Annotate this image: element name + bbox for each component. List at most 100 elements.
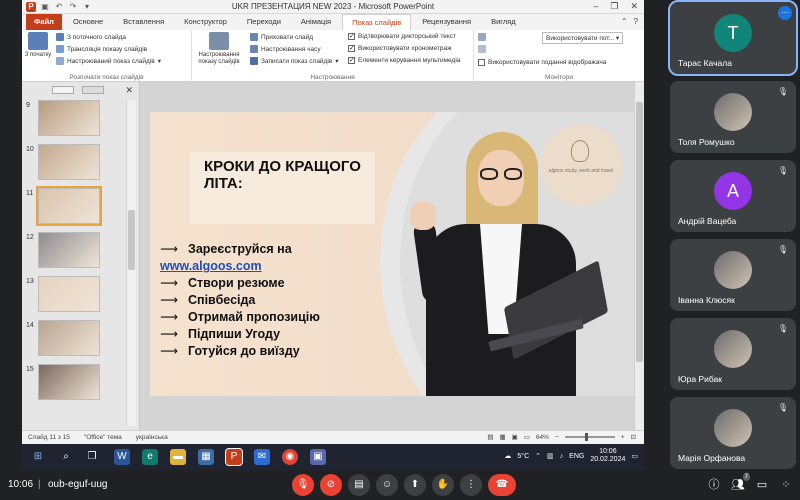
task-view-icon[interactable]: ❐ bbox=[84, 449, 100, 465]
mic-off-button[interactable]: 🎙︎ bbox=[292, 474, 314, 496]
edge-icon[interactable]: e bbox=[142, 449, 158, 465]
powerpoint-taskbar-icon[interactable]: P bbox=[225, 448, 243, 466]
slide-thumbnail[interactable]: 13 bbox=[26, 276, 126, 314]
participant-tile[interactable]: T Тарас Качала ⋯ bbox=[668, 0, 798, 76]
thumbnail-scroll-thumb[interactable] bbox=[128, 210, 135, 270]
mail-icon[interactable]: ✉ bbox=[254, 449, 270, 465]
ribbon-tab-8[interactable]: Вигляд bbox=[482, 14, 525, 30]
ribbon-tab-1[interactable]: Основне bbox=[64, 14, 112, 30]
current-slide[interactable]: КРОКИ ДО КРАЩОГО ЛІТА: ⟶ Зареєструйся на w… bbox=[150, 112, 634, 396]
slide-thumbnail[interactable]: 15 bbox=[26, 364, 126, 402]
slide-steps-list[interactable]: ⟶ Зареєструйся на www.algoos.com ⟶ Створи ре… bbox=[160, 241, 320, 360]
setup-show-button[interactable]: Настроювання показу слайдів bbox=[194, 32, 244, 66]
taskbar-clock[interactable]: 10:06 20.02.2024 bbox=[590, 448, 625, 464]
more-options-icon[interactable]: ⋯ bbox=[778, 6, 792, 20]
tray-overflow-icon[interactable]: ⌃ bbox=[535, 452, 541, 460]
meeting-info-icon[interactable]: ⓘ bbox=[706, 477, 722, 493]
zoom-in-icon[interactable]: + bbox=[621, 434, 625, 441]
weather-icon[interactable]: ☁ bbox=[504, 452, 511, 460]
participant-tile[interactable]: Юра Рибак 🎙︎ bbox=[670, 318, 796, 390]
use-timings-checkbox[interactable]: Використовувати хронометраж bbox=[348, 44, 451, 52]
participant-tile[interactable]: A Андрій Вацеба 🎙︎ bbox=[670, 160, 796, 232]
reactions-button[interactable]: ☺ bbox=[376, 474, 398, 496]
monitor-select[interactable]: Використовувати пот... ▾ bbox=[542, 32, 624, 44]
slide-thumbnail[interactable]: 12 bbox=[26, 232, 126, 270]
more-options-button[interactable]: ⋮ bbox=[460, 474, 482, 496]
participant-tile[interactable]: Іванна Клюсяк 🎙︎ bbox=[670, 239, 796, 311]
play-narrations-checkbox[interactable]: Відтворювати дикторський текст bbox=[348, 32, 456, 40]
zoom-out-icon[interactable]: − bbox=[555, 434, 559, 441]
minimize-icon[interactable]: – bbox=[593, 1, 598, 12]
ribbon-tab-6[interactable]: Показ слайдів bbox=[342, 14, 412, 30]
captions-button[interactable]: ▤ bbox=[348, 474, 370, 496]
editor-scroll-thumb[interactable] bbox=[636, 102, 643, 362]
fit-window-icon[interactable]: ⊡ bbox=[631, 433, 636, 441]
custom-show-button[interactable]: Настроюваний показ слайдів ▾ bbox=[56, 57, 161, 65]
language-indicator[interactable]: українська bbox=[136, 434, 168, 441]
slide-headline[interactable]: КРОКИ ДО КРАЩОГО ЛІТА: bbox=[204, 158, 374, 192]
close-icon[interactable]: ✕ bbox=[630, 1, 638, 12]
camera-off-button[interactable]: ⊘ bbox=[320, 474, 342, 496]
participants-panel: T Тарас Качала ⋯ Толя Ромушко 🎙︎ A Андрій Ваце… bbox=[666, 0, 800, 470]
theme-name: "Office" тема bbox=[83, 434, 122, 441]
slides-tab[interactable] bbox=[52, 86, 74, 94]
ribbon-tab-2[interactable]: Вставлення bbox=[114, 14, 173, 30]
file-explorer-icon[interactable]: ▬ bbox=[170, 449, 186, 465]
slide-thumbnail[interactable]: 11 bbox=[26, 186, 126, 226]
slide-step-link[interactable]: www.algoos.com bbox=[160, 258, 262, 275]
zoom-slider[interactable] bbox=[564, 433, 615, 441]
store-icon[interactable]: ▦ bbox=[198, 449, 214, 465]
normal-view-icon[interactable]: ▤ bbox=[487, 433, 493, 441]
reading-view-icon[interactable]: ▣ bbox=[512, 433, 518, 441]
slide-thumbnail-number: 12 bbox=[26, 234, 34, 241]
collapse-ribbon-icon[interactable]: ⌃ bbox=[621, 17, 628, 26]
outline-tab[interactable] bbox=[82, 86, 104, 94]
slide-thumbnail[interactable]: 10 bbox=[26, 144, 126, 182]
windows-start-icon[interactable]: ⊞ bbox=[30, 449, 46, 465]
raise-hand-button[interactable]: ✋ bbox=[432, 474, 454, 496]
keyboard-lang[interactable]: ENG bbox=[569, 453, 584, 460]
ribbon-tab-0[interactable]: Файл bbox=[26, 14, 62, 30]
ribbon-tab-3[interactable]: Конструктор bbox=[175, 14, 236, 30]
notifications-icon[interactable]: ▭ bbox=[631, 452, 638, 460]
ribbon-group-setup: Настроювання показу слайдів Приховати сл… bbox=[192, 30, 474, 82]
leave-call-button[interactable]: ☎ bbox=[488, 474, 516, 496]
ribbon-tab-5[interactable]: Анімація bbox=[292, 14, 340, 30]
presenter-view-checkbox[interactable]: Використовувати подання відображача bbox=[478, 59, 606, 66]
zoom-level[interactable]: 64% bbox=[536, 434, 549, 441]
network-icon[interactable]: ▥ bbox=[547, 452, 554, 460]
meeting-code[interactable]: oub-eguf-uug bbox=[48, 479, 108, 490]
from-current-button[interactable]: З поточного слайда bbox=[56, 33, 126, 41]
sorter-view-icon[interactable]: ▦ bbox=[499, 433, 505, 441]
from-beginning-button[interactable]: З початку bbox=[24, 32, 52, 59]
word-icon[interactable]: W bbox=[114, 449, 130, 465]
show-media-controls-checkbox[interactable]: Елементи керування мультимедіа bbox=[348, 56, 460, 64]
slideshow-view-icon[interactable]: ▭ bbox=[524, 433, 530, 441]
hide-slide-label: Приховати слайд bbox=[261, 33, 314, 41]
slide-thumbnail[interactable]: 9 bbox=[26, 100, 126, 138]
ribbon-tab-4[interactable]: Переходи bbox=[238, 14, 290, 30]
app-icon[interactable]: ▣ bbox=[310, 449, 326, 465]
participant-tile[interactable]: Марія Орфанова 🎙︎ bbox=[670, 397, 796, 469]
help-icon[interactable]: ? bbox=[634, 17, 638, 26]
record-show-button[interactable]: Записати показ слайдів ▾ bbox=[250, 57, 339, 65]
chat-icon[interactable]: ▭ bbox=[754, 477, 770, 493]
broadcast-button[interactable]: Трансляція показу слайдів bbox=[56, 45, 147, 53]
close-pane-icon[interactable]: ✕ bbox=[125, 85, 133, 96]
ribbon-tab-7[interactable]: Рецензування bbox=[413, 14, 480, 30]
hide-slide-button[interactable]: Приховати слайд bbox=[250, 33, 313, 41]
editor-scrollbar[interactable] bbox=[634, 82, 644, 430]
rehearse-timings-button[interactable]: Настроювання часу bbox=[250, 45, 321, 53]
thumbnail-scrollbar[interactable] bbox=[126, 100, 136, 426]
activities-icon[interactable]: ⁘ bbox=[778, 477, 794, 493]
search-icon[interactable]: ⌕ bbox=[58, 449, 74, 465]
weather-temp[interactable]: 5°C bbox=[517, 453, 529, 460]
maximize-icon[interactable]: ❐ bbox=[610, 1, 618, 12]
people-button[interactable]: 👥︎ 7 bbox=[730, 473, 750, 493]
volume-icon[interactable]: ♪ bbox=[560, 453, 564, 460]
participant-tile[interactable]: Толя Ромушко 🎙︎ bbox=[670, 81, 796, 153]
chrome-icon[interactable]: ◉ bbox=[282, 449, 298, 465]
checkbox-checked-icon bbox=[348, 56, 355, 64]
present-button[interactable]: ⬆ bbox=[404, 474, 426, 496]
slide-thumbnail[interactable]: 14 bbox=[26, 320, 126, 358]
